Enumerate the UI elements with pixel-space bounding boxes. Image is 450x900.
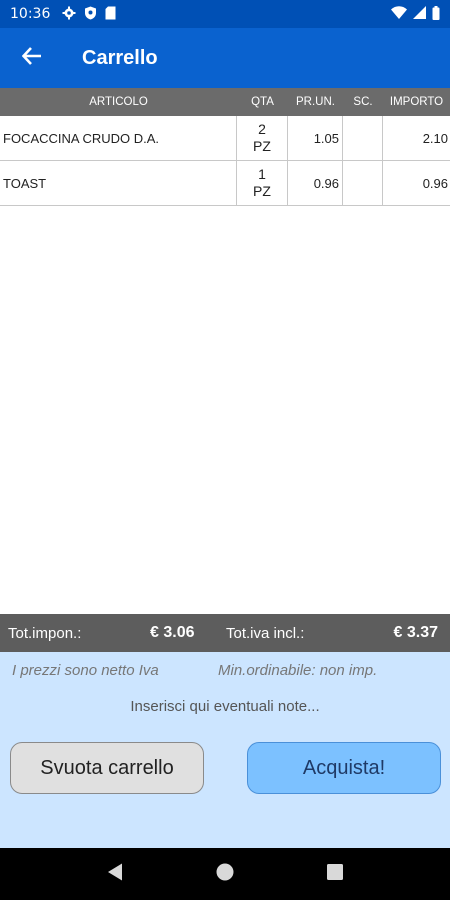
total-imponibile-label: Tot.impon.:	[8, 624, 82, 642]
cell-sc	[343, 116, 383, 160]
checkout-panel: I prezzi sono netto Iva Min.ordinabile: …	[0, 652, 450, 848]
total-iva-value: € 3.37	[393, 624, 438, 641]
cell-qta: 1 PZ	[237, 161, 288, 205]
nav-back-button[interactable]	[95, 854, 135, 894]
app-bar: Carrello	[0, 28, 450, 88]
table-header: ARTICOLO QTA PR.UN. SC. IMPORTO	[0, 88, 450, 116]
square-recents-icon	[327, 863, 343, 885]
cell-pr-un: 1.05	[288, 116, 343, 160]
total-iva-label: Tot.iva incl.:	[226, 624, 305, 642]
totals-bar: Tot.impon.: € 3.06 Tot.iva incl.: € 3.37	[0, 614, 450, 652]
prices-net-note: I prezzi sono netto Iva	[12, 662, 159, 679]
status-bar: 10:36	[0, 0, 450, 28]
nav-home-button[interactable]	[205, 854, 245, 894]
table-row[interactable]: FOCACCINA CRUDO D.A. 2 PZ 1.05 2.10	[0, 116, 450, 161]
page-title: Carrello	[82, 46, 158, 69]
header-qta: QTA	[251, 96, 274, 108]
system-nav-bar	[0, 848, 450, 900]
qta-value: 1	[258, 166, 266, 182]
header-pr-un: PR.UN.	[296, 96, 335, 108]
wifi-icon	[391, 6, 407, 22]
circle-home-icon	[216, 863, 234, 886]
qta-unit: PZ	[253, 138, 271, 154]
back-button[interactable]	[0, 28, 64, 88]
arrow-back-icon	[21, 46, 42, 70]
header-importo: IMPORTO	[389, 96, 444, 108]
header-articolo: ARTICOLO	[89, 96, 148, 108]
buy-button[interactable]: Acquista!	[247, 742, 441, 794]
notes-input[interactable]	[0, 698, 450, 715]
cell-articolo: FOCACCINA CRUDO D.A.	[0, 116, 237, 160]
cell-sc	[343, 161, 383, 205]
table-row[interactable]: TOAST 1 PZ 0.96 0.96	[0, 161, 450, 206]
total-imponibile-value: € 3.06	[150, 624, 195, 641]
signal-icon	[413, 6, 426, 22]
nav-recents-button[interactable]	[315, 854, 355, 894]
sd-card-icon	[105, 6, 116, 23]
shield-icon	[84, 6, 97, 23]
triangle-back-icon	[107, 863, 123, 886]
min-order-note: Min.ordinabile: non imp.	[218, 662, 378, 679]
qta-unit: PZ	[253, 183, 271, 199]
cell-pr-un: 0.96	[288, 161, 343, 205]
status-time: 10:36	[10, 6, 51, 22]
cell-articolo: TOAST	[0, 161, 237, 205]
empty-cart-button[interactable]: Svuota carrello	[10, 742, 204, 794]
settings-gear-icon	[62, 6, 76, 23]
cart-table: FOCACCINA CRUDO D.A. 2 PZ 1.05 2.10 TOAS…	[0, 116, 450, 206]
cell-qta: 2 PZ	[237, 116, 288, 160]
qta-value: 2	[258, 121, 266, 137]
cell-importo: 2.10	[422, 130, 448, 146]
cell-importo: 0.96	[422, 175, 448, 191]
header-sc: SC.	[353, 96, 373, 108]
battery-icon	[432, 5, 440, 23]
